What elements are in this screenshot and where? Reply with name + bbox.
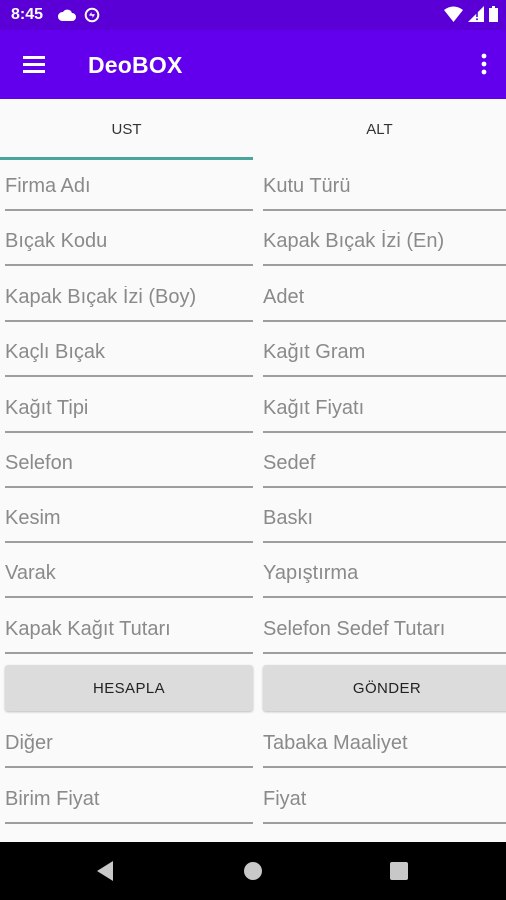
kesim-input[interactable] [5,506,253,530]
sedef-input[interactable] [263,451,506,475]
gonder-button[interactable]: GÖNDER [263,665,506,711]
kapak-kagit-tutari-field [5,606,253,654]
sync-icon [84,7,100,23]
fiyat-field [263,776,506,824]
tab-indicator [0,157,253,160]
kagit-tipi-input[interactable] [5,396,253,420]
kapak-bicak-izi-boy-field [5,274,253,322]
diger-input[interactable] [5,731,253,755]
home-icon[interactable] [243,861,263,881]
tab-bar: UST ALT [0,99,506,160]
hesapla-button[interactable]: HESAPLA [5,665,253,711]
varak-input[interactable] [5,561,253,585]
kacli-bicak-field [5,329,253,377]
hamburger-menu-icon[interactable] [20,52,50,78]
selefon-input[interactable] [5,451,253,475]
wifi-icon [444,6,463,22]
kapak-bicak-izi-en-field [263,218,506,266]
cloud-icon [57,9,76,21]
recent-apps-icon[interactable] [390,862,408,880]
kesim-field [5,495,253,543]
varak-field [5,550,253,598]
yapistirma-input[interactable] [263,561,506,585]
kagit-fiyati-field [263,385,506,433]
kutu-turu-field [263,163,506,211]
adet-field [263,274,506,322]
more-vert-icon[interactable] [476,50,492,80]
app-bar: DeoBOX [0,30,506,99]
kapak-bicak-izi-boy-input[interactable] [5,285,253,309]
diger-field [5,720,253,768]
tabaka-maaliyet-field [263,720,506,768]
bicak-kodu-field [5,218,253,266]
status-time: 8:45 [11,6,44,23]
kutu-turu-input[interactable] [263,174,506,198]
firma-adi-input[interactable] [5,174,253,198]
kagit-tipi-field [5,385,253,433]
signal-icon [468,6,484,22]
kapak-kagit-tutari-input[interactable] [5,617,253,641]
baski-field [263,495,506,543]
yapistirma-field [263,550,506,598]
system-nav-bar [0,842,506,900]
app-title: DeoBOX [88,52,183,78]
tabaka-maaliyet-input[interactable] [263,731,506,755]
tab-ust[interactable]: UST [0,99,253,160]
status-icons [444,6,498,22]
sedef-field [263,440,506,488]
kagit-gram-input[interactable] [263,340,506,364]
battery-icon [489,6,498,22]
status-bar: 8:45 [0,0,506,30]
baski-input[interactable] [263,506,506,530]
adet-input[interactable] [263,285,506,309]
kacli-bicak-input[interactable] [5,340,253,364]
back-icon[interactable] [96,860,116,882]
kagit-fiyati-input[interactable] [263,396,506,420]
fiyat-input[interactable] [263,787,506,811]
selefon-sedef-tutari-field [263,606,506,654]
birim-fiyat-field [5,776,253,824]
kagit-gram-field [263,329,506,377]
bicak-kodu-input[interactable] [5,229,253,253]
kapak-bicak-izi-en-input[interactable] [263,229,506,253]
selefon-field [5,440,253,488]
selefon-sedef-tutari-input[interactable] [263,617,506,641]
birim-fiyat-input[interactable] [5,787,253,811]
tab-alt[interactable]: ALT [253,99,506,160]
firma-adi-field [5,163,253,211]
